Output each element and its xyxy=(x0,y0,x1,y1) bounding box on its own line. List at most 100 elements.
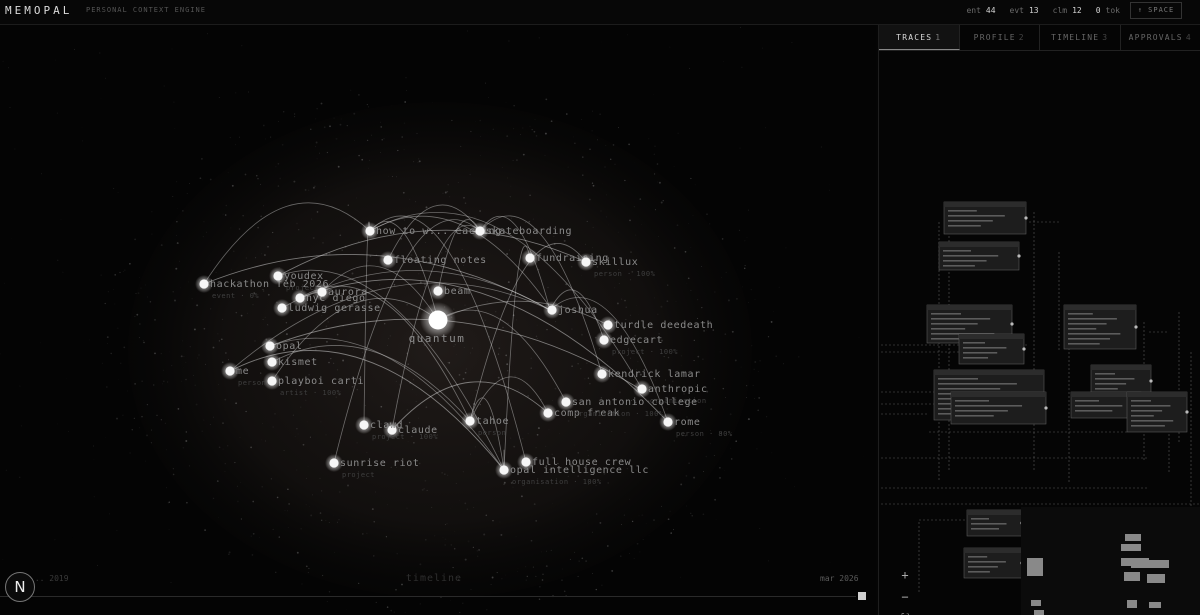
dust-particle xyxy=(462,378,465,380)
dust-particle xyxy=(688,462,690,465)
dust-particle xyxy=(611,430,613,432)
dust-particle xyxy=(325,340,328,343)
dust-particle xyxy=(722,387,725,390)
dust-particle xyxy=(305,565,308,568)
dust-particle xyxy=(473,507,475,508)
dust-particle xyxy=(729,413,732,416)
dust-particle xyxy=(105,386,108,388)
dust-particle xyxy=(706,213,708,215)
trace-node[interactable] xyxy=(938,241,1021,271)
tab-traces[interactable]: TRACES 1 xyxy=(879,25,960,50)
node-dot[interactable] xyxy=(273,271,283,281)
dust-particle xyxy=(536,433,539,436)
dust-particle xyxy=(535,446,537,449)
trace-minimap[interactable] xyxy=(1021,507,1200,615)
dust-particle xyxy=(366,104,368,106)
timeline-scrubber[interactable] xyxy=(0,592,866,600)
node-dot[interactable] xyxy=(465,416,475,426)
node-dot[interactable] xyxy=(499,465,509,475)
zoom-out-button[interactable]: − xyxy=(894,588,916,606)
node-dot[interactable] xyxy=(475,226,485,236)
node-dot[interactable] xyxy=(525,253,535,263)
tab-profile[interactable]: PROFILE 2 xyxy=(960,25,1040,50)
trace-node[interactable] xyxy=(966,509,1024,537)
dust-particle xyxy=(663,355,665,358)
graph-svg[interactable]: how to w... eachingskateboardingfloating… xyxy=(0,25,876,615)
dust-particle xyxy=(746,236,748,238)
dust-particle xyxy=(200,273,202,275)
node-dot[interactable] xyxy=(199,279,209,289)
knowledge-graph-canvas[interactable]: how to w... eaching skateboarding floating… xyxy=(0,25,876,615)
trace-svg[interactable] xyxy=(879,52,1200,615)
tab-approvals[interactable]: APPROVALS 4 xyxy=(1121,25,1200,50)
node-dot[interactable] xyxy=(663,417,673,427)
trace-node[interactable] xyxy=(950,391,1048,425)
dust-particle xyxy=(309,505,310,507)
zoom-in-button[interactable]: + xyxy=(894,566,916,584)
dust-particle xyxy=(358,241,360,242)
node-dot[interactable] xyxy=(433,286,443,296)
trace-diagram[interactable]: + − ⛶ xyxy=(879,52,1200,615)
dust-particle xyxy=(250,535,252,537)
node-dot[interactable] xyxy=(277,303,287,313)
node-dot[interactable] xyxy=(383,255,393,265)
node-dot[interactable] xyxy=(317,287,327,297)
dust-particle xyxy=(296,222,298,225)
dust-particle xyxy=(227,172,229,174)
dust-particle xyxy=(637,360,639,363)
dust-particle xyxy=(735,297,738,300)
dust-particle xyxy=(231,184,234,187)
node-dot[interactable] xyxy=(267,357,277,367)
node-dot[interactable] xyxy=(225,366,235,376)
node-dot[interactable] xyxy=(329,458,339,468)
trace-node-line xyxy=(1068,313,1093,315)
trace-node[interactable] xyxy=(1126,391,1189,433)
trace-node[interactable] xyxy=(958,333,1026,365)
dust-particle xyxy=(328,591,331,593)
node-dot[interactable] xyxy=(365,226,375,236)
node-dot[interactable] xyxy=(267,376,277,386)
trace-node[interactable] xyxy=(963,547,1024,579)
trace-node-line xyxy=(948,215,1005,217)
dust-particle xyxy=(748,239,749,240)
tab-timeline[interactable]: TIMELINE 3 xyxy=(1040,25,1121,50)
dust-particle xyxy=(515,536,517,538)
dust-particle xyxy=(685,475,688,477)
node-dot[interactable] xyxy=(295,293,305,303)
node-dot[interactable] xyxy=(561,397,571,407)
dust-particle xyxy=(201,158,203,160)
node-dot[interactable] xyxy=(543,408,553,418)
node-dot[interactable] xyxy=(359,420,369,430)
dust-particle xyxy=(325,325,328,328)
fit-view-button[interactable]: ⛶ xyxy=(894,610,916,615)
dust-particle xyxy=(176,221,178,223)
dust-particle xyxy=(529,194,531,196)
node-dot[interactable] xyxy=(637,384,647,394)
timeline-track xyxy=(0,596,856,597)
space-button[interactable]: ↑ SPACE xyxy=(1130,2,1182,19)
dust-particle xyxy=(114,303,116,305)
dust-particle xyxy=(563,590,566,593)
trace-node[interactable] xyxy=(1063,304,1138,350)
dust-particle xyxy=(503,483,505,485)
node-dot[interactable] xyxy=(265,341,275,351)
center-node[interactable] xyxy=(428,310,448,330)
dust-particle xyxy=(333,117,335,119)
dust-particle xyxy=(673,529,674,531)
timeline-handle[interactable] xyxy=(858,592,866,600)
dust-particle xyxy=(203,220,205,223)
node-dot[interactable] xyxy=(581,257,591,267)
dust-particle xyxy=(323,126,326,129)
node-sublabel: project · 100% xyxy=(612,348,678,356)
node-dot[interactable] xyxy=(599,335,609,345)
dust-particle xyxy=(294,436,296,437)
node-dot[interactable] xyxy=(547,305,557,315)
trace-node[interactable] xyxy=(943,201,1028,235)
dust-particle xyxy=(448,361,451,364)
trace-node-line xyxy=(971,518,989,520)
node-dot[interactable] xyxy=(597,369,607,379)
node-dot[interactable] xyxy=(603,320,613,330)
dust-particle xyxy=(671,380,674,383)
app-logo[interactable]: N xyxy=(5,572,35,602)
trace-node-box[interactable] xyxy=(1063,304,1137,350)
